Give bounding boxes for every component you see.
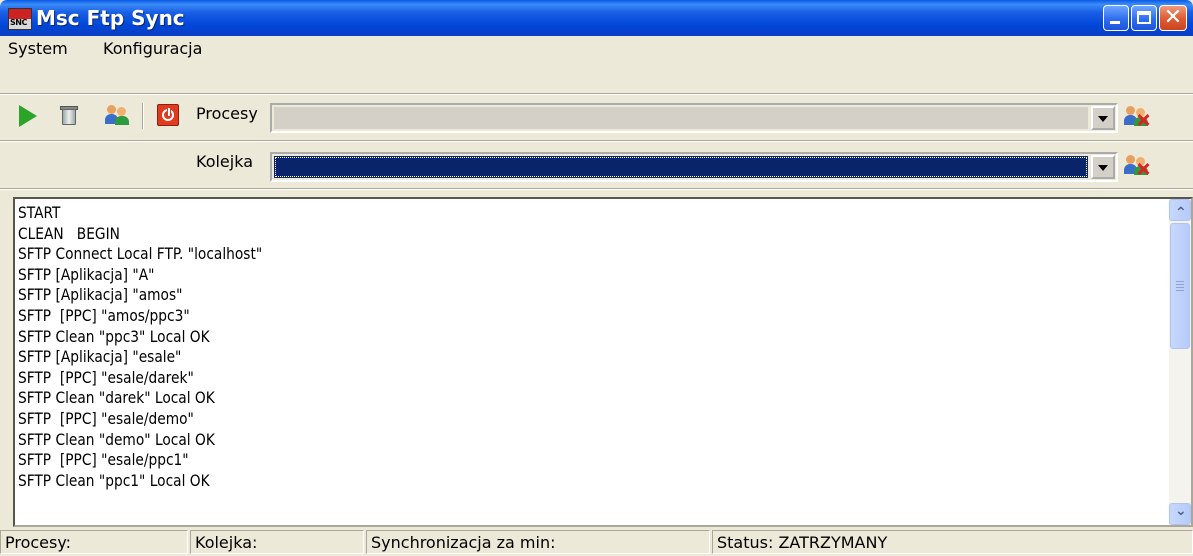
toolbar-row-separator (0, 140, 1193, 142)
toolbar-separator (142, 103, 144, 129)
procesy-combo[interactable] (270, 103, 1118, 133)
menu-konfiguracja[interactable]: Konfiguracja (103, 39, 202, 58)
app-icon[interactable]: SNC (8, 8, 32, 30)
clean-button[interactable] (58, 105, 80, 127)
log-line: SFTP [PPC] "esale/demo" (18, 408, 194, 428)
log-line: SFTP [Aplikacja] "esale" (18, 347, 182, 367)
maximize-button[interactable] (1131, 5, 1157, 31)
play-icon (19, 105, 37, 127)
minimize-button[interactable] (1103, 5, 1129, 31)
log-line: SFTP [Aplikacja] "A" (18, 264, 155, 284)
chevron-up-icon: ⌃ (1175, 205, 1187, 221)
status-state: Status: ZATRZYMANY (712, 530, 1193, 554)
chevron-down-icon: ⌄ (1175, 503, 1187, 519)
status-sync-timer: Synchronizacja za min: (366, 530, 710, 554)
log-line: SFTP [PPC] "esale/darek" (18, 367, 194, 387)
close-icon: ✕ (1163, 5, 1183, 30)
menu-system[interactable]: System (8, 39, 68, 58)
title-bar[interactable]: SNC Msc Ftp Sync ✕ (0, 0, 1193, 36)
log-line: SFTP Clean "demo" Local OK (18, 429, 215, 449)
kolejka-label: Kolejka (196, 152, 254, 171)
chevron-down-icon (1098, 116, 1108, 122)
log-line: SFTP Clean "ppc3" Local OK (18, 326, 210, 346)
procesy-dropdown-button[interactable] (1091, 106, 1115, 130)
window-title: Msc Ftp Sync (36, 6, 185, 30)
log-line: SFTP Clean "darek" Local OK (18, 388, 215, 408)
users-button[interactable] (105, 104, 131, 126)
menu-bar: System Konfiguracja (0, 36, 1193, 62)
minimize-icon (1110, 21, 1120, 24)
scroll-thumb[interactable] (1170, 223, 1190, 349)
log-area[interactable]: START CLEAN BEGIN SFTP Connect Local FTP… (13, 197, 1193, 527)
status-bar: Procesy: Kolejka: Synchronizacja za min:… (0, 528, 1193, 556)
app-window: SNC Msc Ftp Sync ✕ System Konfiguracja P… (0, 0, 1193, 556)
remove-queue-button[interactable] (1124, 154, 1150, 176)
log-line: SFTP [PPC] "amos/ppc3" (18, 305, 190, 325)
status-procesy: Procesy: (0, 530, 188, 554)
status-kolejka: Kolejka: (190, 530, 364, 554)
scroll-up-button[interactable]: ⌃ (1169, 199, 1191, 221)
procesy-label: Procesy (196, 104, 258, 123)
kolejka-dropdown-button[interactable] (1091, 155, 1115, 179)
app-icon-label: SNC (10, 18, 27, 27)
maximize-icon (1137, 11, 1151, 24)
log-line: SFTP Clean "ppc1" Local OK (18, 470, 210, 490)
remove-process-button[interactable] (1124, 105, 1150, 127)
log-line: START (18, 203, 61, 222)
log-line: SFTP [Aplikacja] "amos" (18, 285, 183, 305)
log-line: CLEAN BEGIN (18, 223, 120, 243)
scroll-down-button[interactable]: ⌄ (1169, 503, 1191, 525)
log-line: SFTP Connect Local FTP. "localhost" (18, 244, 263, 264)
vertical-scrollbar[interactable]: ⌃ ⌄ (1169, 199, 1191, 525)
menu-separator (0, 93, 1193, 95)
close-button[interactable]: ✕ (1159, 5, 1187, 31)
stop-button[interactable] (157, 104, 179, 126)
kolejka-combo[interactable] (270, 152, 1118, 182)
log-separator (0, 188, 1193, 190)
log-lines: START CLEAN BEGIN SFTP Connect Local FTP… (18, 203, 1168, 491)
start-button[interactable] (14, 103, 42, 129)
log-line: SFTP [PPC] "esale/ppc1" (18, 450, 189, 470)
chevron-down-icon (1098, 165, 1108, 171)
